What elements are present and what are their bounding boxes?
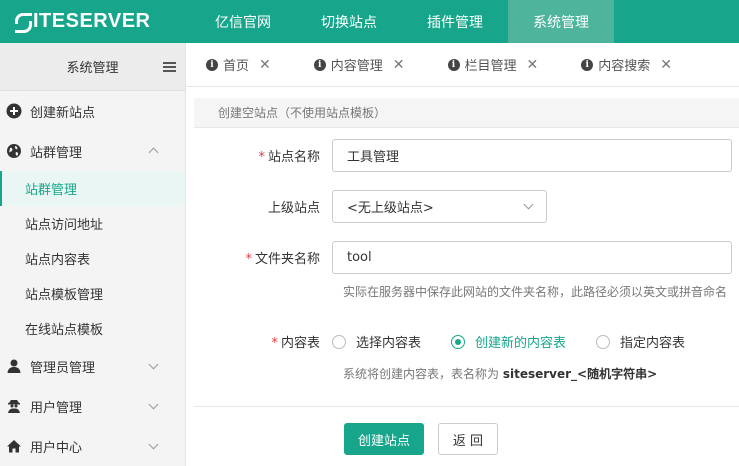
topnav-plugin-management[interactable]: 插件管理 — [402, 0, 508, 43]
radio-specify-content-table[interactable]: 指定内容表 — [596, 332, 685, 351]
sidebar-item-label: 用户中心 — [30, 440, 83, 456]
required-mark: * — [258, 150, 265, 165]
sidebar-item-user-management[interactable]: 用户管理 — [0, 386, 185, 426]
radio-select-content-table[interactable]: 选择内容表 — [332, 332, 421, 351]
required-mark: * — [271, 336, 278, 351]
site-name-label: * 站点名称 — [258, 150, 320, 165]
sidebar-header: 系统管理 — [0, 43, 185, 91]
top-nav: 亿信官网 切换站点 插件管理 系统管理 — [190, 0, 614, 43]
content-table-radio-group: 选择内容表 创建新的内容表 指定内容表 — [332, 332, 715, 351]
required-mark: * — [245, 252, 252, 267]
info-icon: i — [206, 58, 218, 71]
home-icon — [6, 438, 22, 454]
sidebar-subitem-site-template-management[interactable]: 站点模板管理 — [0, 276, 185, 311]
site-name-input[interactable]: 工具管理 — [332, 139, 732, 172]
sidebar-item-create-site[interactable]: 创建新站点 — [0, 91, 185, 131]
chevron-up-icon — [148, 147, 159, 158]
parent-site-select[interactable]: <无上级站点> — [332, 190, 547, 223]
radio-circle — [451, 334, 466, 349]
table-name-pattern: siteserver_<随机字符串> — [502, 367, 658, 381]
close-icon[interactable]: ✕ — [527, 57, 539, 73]
parent-site-label: 上级站点 — [267, 201, 320, 216]
sidebar-subitem-site-content-table[interactable]: 站点内容表 — [0, 241, 185, 276]
divider — [194, 406, 739, 407]
site-name-row: * 站点名称 工具管理 — [186, 139, 739, 172]
content-table-help-text: 系统将创建内容表，表名称为 siteserver_<随机字符串> — [343, 367, 658, 381]
radio-create-content-table[interactable]: 创建新的内容表 — [451, 332, 566, 351]
main-content: 创建空站点（不使用站点模板） * 站点名称 工具管理 上级站点 <无上级站点> *… — [186, 87, 739, 466]
info-icon: i — [447, 58, 460, 71]
logo-s-mark — [14, 11, 32, 33]
sidebar-subitem-site-access-url[interactable]: 站点访问地址 — [0, 206, 185, 241]
folder-name-input[interactable]: tool — [332, 241, 732, 274]
content-table-row: * 内容表 选择内容表 创建新的内容表 指定内容表 — [186, 332, 739, 351]
sidebar-item-admin-management[interactable]: 管理员管理 — [0, 346, 185, 386]
tab-label: 内容管理 — [330, 59, 383, 74]
user-icon — [6, 358, 22, 374]
sidebar-subitem-site-group-management[interactable]: 站群管理 — [0, 171, 185, 206]
topnav-switch-site[interactable]: 切换站点 — [296, 0, 402, 43]
info-icon: i — [581, 58, 594, 71]
globe-icon — [6, 143, 22, 159]
panel-title: 创建空站点（不使用站点模板） — [194, 98, 739, 128]
folder-name-row: * 文件夹名称 tool — [186, 241, 739, 274]
tab-bar: i 首页 ✕ i 内容管理 ✕ i 栏目管理 ✕ i 内容搜索 ✕ — [186, 43, 739, 87]
plus-circle-icon — [6, 103, 22, 119]
info-icon: i — [313, 58, 326, 71]
siteserver-logo[interactable]: ITESERVER — [0, 0, 190, 43]
tab-label: 内容搜索 — [598, 59, 651, 74]
tab-home[interactable]: i 首页 ✕ — [186, 43, 271, 87]
radio-circle — [332, 334, 346, 349]
tab-label: 栏目管理 — [464, 59, 517, 74]
folder-name-label: * 文件夹名称 — [245, 252, 320, 267]
sidebar-subitem-online-site-template[interactable]: 在线站点模板 — [0, 311, 185, 346]
radio-circle — [596, 334, 611, 349]
tab-content-management[interactable]: i 内容管理 ✕ — [271, 43, 405, 87]
tab-label: 首页 — [223, 59, 250, 74]
sidebar-title: 系统管理 — [66, 61, 119, 76]
chevron-down-icon — [148, 439, 159, 450]
tab-content-search[interactable]: i 内容搜索 ✕ — [538, 43, 672, 87]
tab-channel-management[interactable]: i 栏目管理 ✕ — [405, 43, 539, 87]
sidebar-item-label: 用户管理 — [30, 400, 83, 416]
logo-text: ITESERVER — [33, 10, 151, 32]
close-icon[interactable]: ✕ — [259, 57, 271, 73]
user-secret-icon — [6, 398, 22, 414]
sidebar-item-site-group[interactable]: 站群管理 — [0, 131, 185, 171]
create-site-button[interactable]: 创建站点 — [344, 423, 424, 455]
chevron-down-icon — [148, 359, 159, 370]
topnav-official-site[interactable]: 亿信官网 — [190, 0, 296, 43]
sidebar-item-label: 创建新站点 — [30, 105, 96, 121]
back-button[interactable]: 返 回 — [438, 423, 498, 455]
sidebar: 系统管理 创建新站点 站群管理 站群管理 站点访问地址 站点内容表 站点模板管理… — [0, 43, 186, 466]
parent-site-value: <无上级站点> — [347, 201, 434, 216]
menu-toggle-icon[interactable] — [163, 62, 176, 72]
topnav-system-management[interactable]: 系统管理 — [508, 0, 614, 43]
sidebar-item-label: 管理员管理 — [30, 360, 96, 376]
content-table-label: * 内容表 — [271, 336, 320, 351]
close-icon[interactable]: ✕ — [660, 57, 672, 73]
close-icon[interactable]: ✕ — [393, 57, 405, 73]
parent-site-row: 上级站点 <无上级站点> — [186, 190, 739, 223]
sidebar-item-user-center[interactable]: 用户中心 — [0, 426, 185, 466]
folder-help-text: 实际在服务器中保存此网站的文件夹名称，此路径必须以英文或拼音命名 — [343, 285, 728, 299]
chevron-down-icon — [523, 199, 534, 210]
sidebar-item-label: 站群管理 — [30, 145, 83, 161]
top-bar: ITESERVER 亿信官网 切换站点 插件管理 系统管理 — [0, 0, 739, 43]
chevron-down-icon — [148, 399, 159, 410]
